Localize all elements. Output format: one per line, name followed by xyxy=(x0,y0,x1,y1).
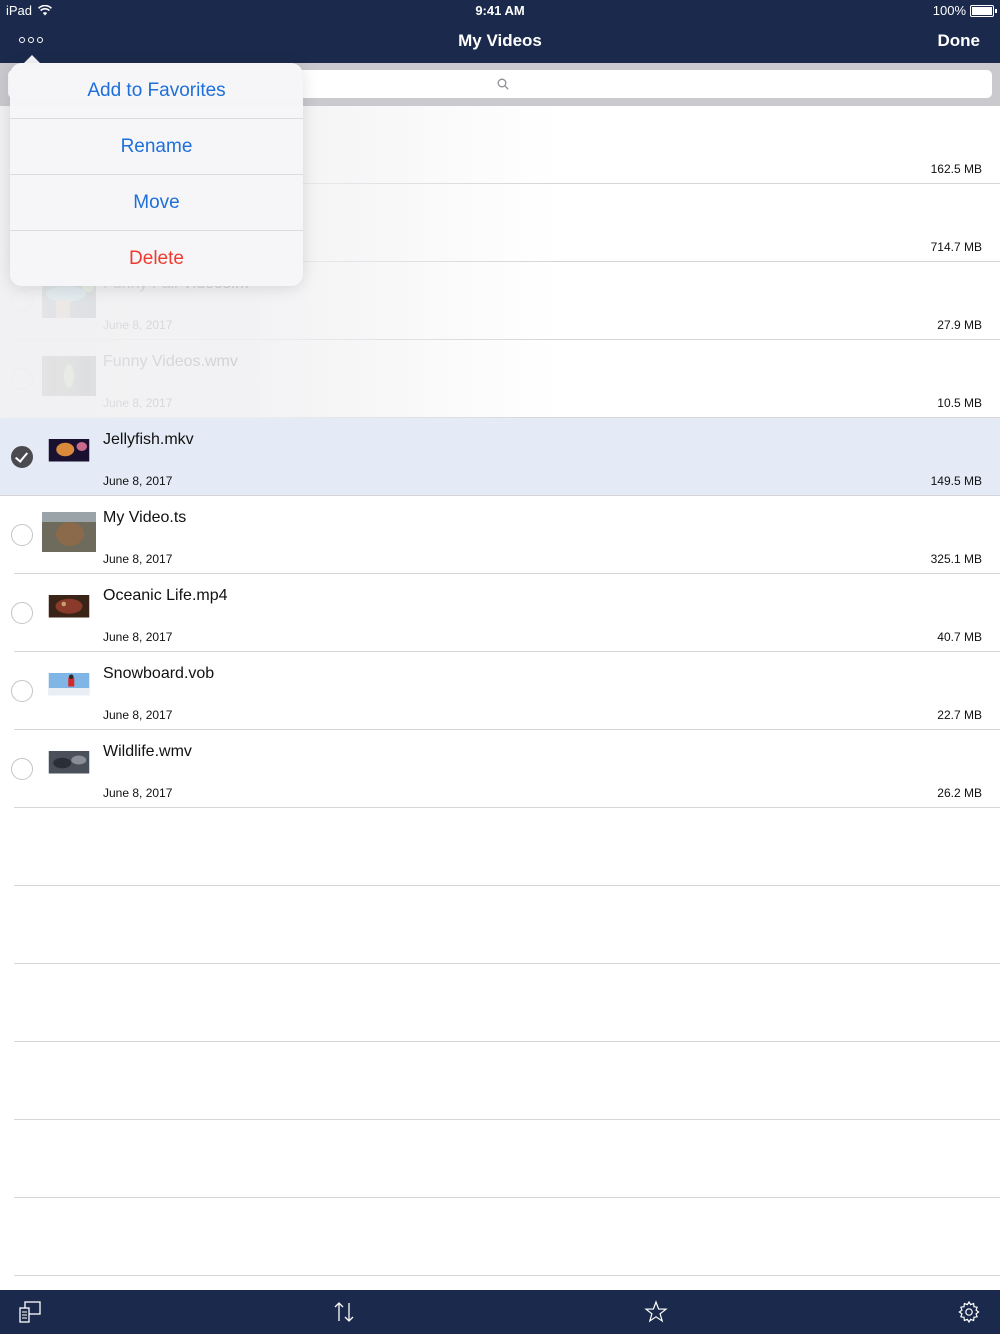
file-name: Oceanic Life.mp4 xyxy=(103,587,228,604)
select-radio[interactable] xyxy=(11,290,33,312)
empty-row xyxy=(14,1198,1000,1276)
done-button[interactable]: Done xyxy=(938,31,981,51)
devices-icon[interactable] xyxy=(18,1300,42,1324)
empty-row xyxy=(14,886,1000,964)
top-bar: iPad 9:41 AM 100% My Videos Done xyxy=(0,0,1000,63)
file-name: Snowboard.vob xyxy=(103,665,215,682)
file-size: 10.5 MB xyxy=(937,396,982,410)
select-radio[interactable] xyxy=(11,368,33,390)
file-row[interactable]: Funny Videos.wmv June 8, 2017 10.5 MB xyxy=(11,340,1000,418)
move-button[interactable]: Move xyxy=(10,175,303,231)
file-row[interactable]: Wildlife.wmv June 8, 2017 26.2 MB xyxy=(11,730,1000,808)
empty-row xyxy=(14,1120,1000,1198)
file-row[interactable]: Jellyfish.mkv June 8, 2017 149.5 MB xyxy=(0,418,1000,496)
empty-row xyxy=(14,808,1000,886)
search-icon xyxy=(497,78,509,90)
file-size: 26.2 MB xyxy=(937,786,982,800)
file-date: June 8, 2017 xyxy=(103,630,173,644)
select-radio[interactable] xyxy=(11,680,33,702)
file-date: June 8, 2017 xyxy=(103,474,173,488)
star-icon[interactable] xyxy=(644,1300,668,1324)
file-row[interactable]: Snowboard.vob June 8, 2017 22.7 MB xyxy=(11,652,1000,730)
delete-button[interactable]: Delete xyxy=(10,231,303,286)
page-title: My Videos xyxy=(458,31,542,50)
file-size: 149.5 MB xyxy=(930,474,982,488)
file-row[interactable]: My Video.ts June 8, 2017 325.1 MB xyxy=(11,496,1000,574)
file-date: June 8, 2017 xyxy=(103,786,173,800)
file-name: Funny Videos.wmv xyxy=(103,353,238,370)
status-time: 9:41 AM xyxy=(475,3,525,18)
battery-icon xyxy=(970,4,997,17)
file-row[interactable]: Oceanic Life.mp4 June 8, 2017 40.7 MB xyxy=(11,574,1000,652)
sort-icon[interactable] xyxy=(332,1300,356,1324)
file-size: 22.7 MB xyxy=(937,708,982,722)
action-menu: Add to Favorites Rename Move Delete xyxy=(10,63,303,286)
video-thumbnail xyxy=(42,356,96,396)
file-name: Wildlife.wmv xyxy=(103,743,192,760)
empty-row xyxy=(14,964,1000,1042)
empty-row xyxy=(14,1042,1000,1120)
file-date: June 8, 2017 xyxy=(103,396,173,410)
video-thumbnail xyxy=(48,751,90,774)
bottom-toolbar xyxy=(0,1290,1000,1334)
select-radio-checked[interactable] xyxy=(11,446,33,468)
video-thumbnail xyxy=(48,439,90,462)
gear-icon[interactable] xyxy=(957,1300,981,1324)
video-thumbnail xyxy=(42,512,96,552)
video-thumbnail xyxy=(48,595,90,618)
file-date: June 8, 2017 xyxy=(103,552,173,566)
file-date: June 8, 2017 xyxy=(103,708,173,722)
select-radio[interactable] xyxy=(11,524,33,546)
file-name: My Video.ts xyxy=(103,509,187,526)
file-date: June 8, 2017 xyxy=(103,318,173,332)
file-name: Jellyfish.mkv xyxy=(103,431,194,448)
rename-button[interactable]: Rename xyxy=(10,119,303,175)
select-radio[interactable] xyxy=(11,758,33,780)
status-right: 100% xyxy=(932,3,997,18)
select-radio[interactable] xyxy=(11,602,33,624)
battery-percent: 100% xyxy=(932,3,966,18)
file-size: 40.7 MB xyxy=(937,630,982,644)
file-size: 27.9 MB xyxy=(937,318,982,332)
add-to-favorites-button[interactable]: Add to Favorites xyxy=(10,63,303,119)
file-size: 162.5 MB xyxy=(930,162,982,176)
video-thumbnail xyxy=(48,673,90,696)
file-size: 325.1 MB xyxy=(930,552,982,566)
file-size: 714.7 MB xyxy=(930,240,982,254)
